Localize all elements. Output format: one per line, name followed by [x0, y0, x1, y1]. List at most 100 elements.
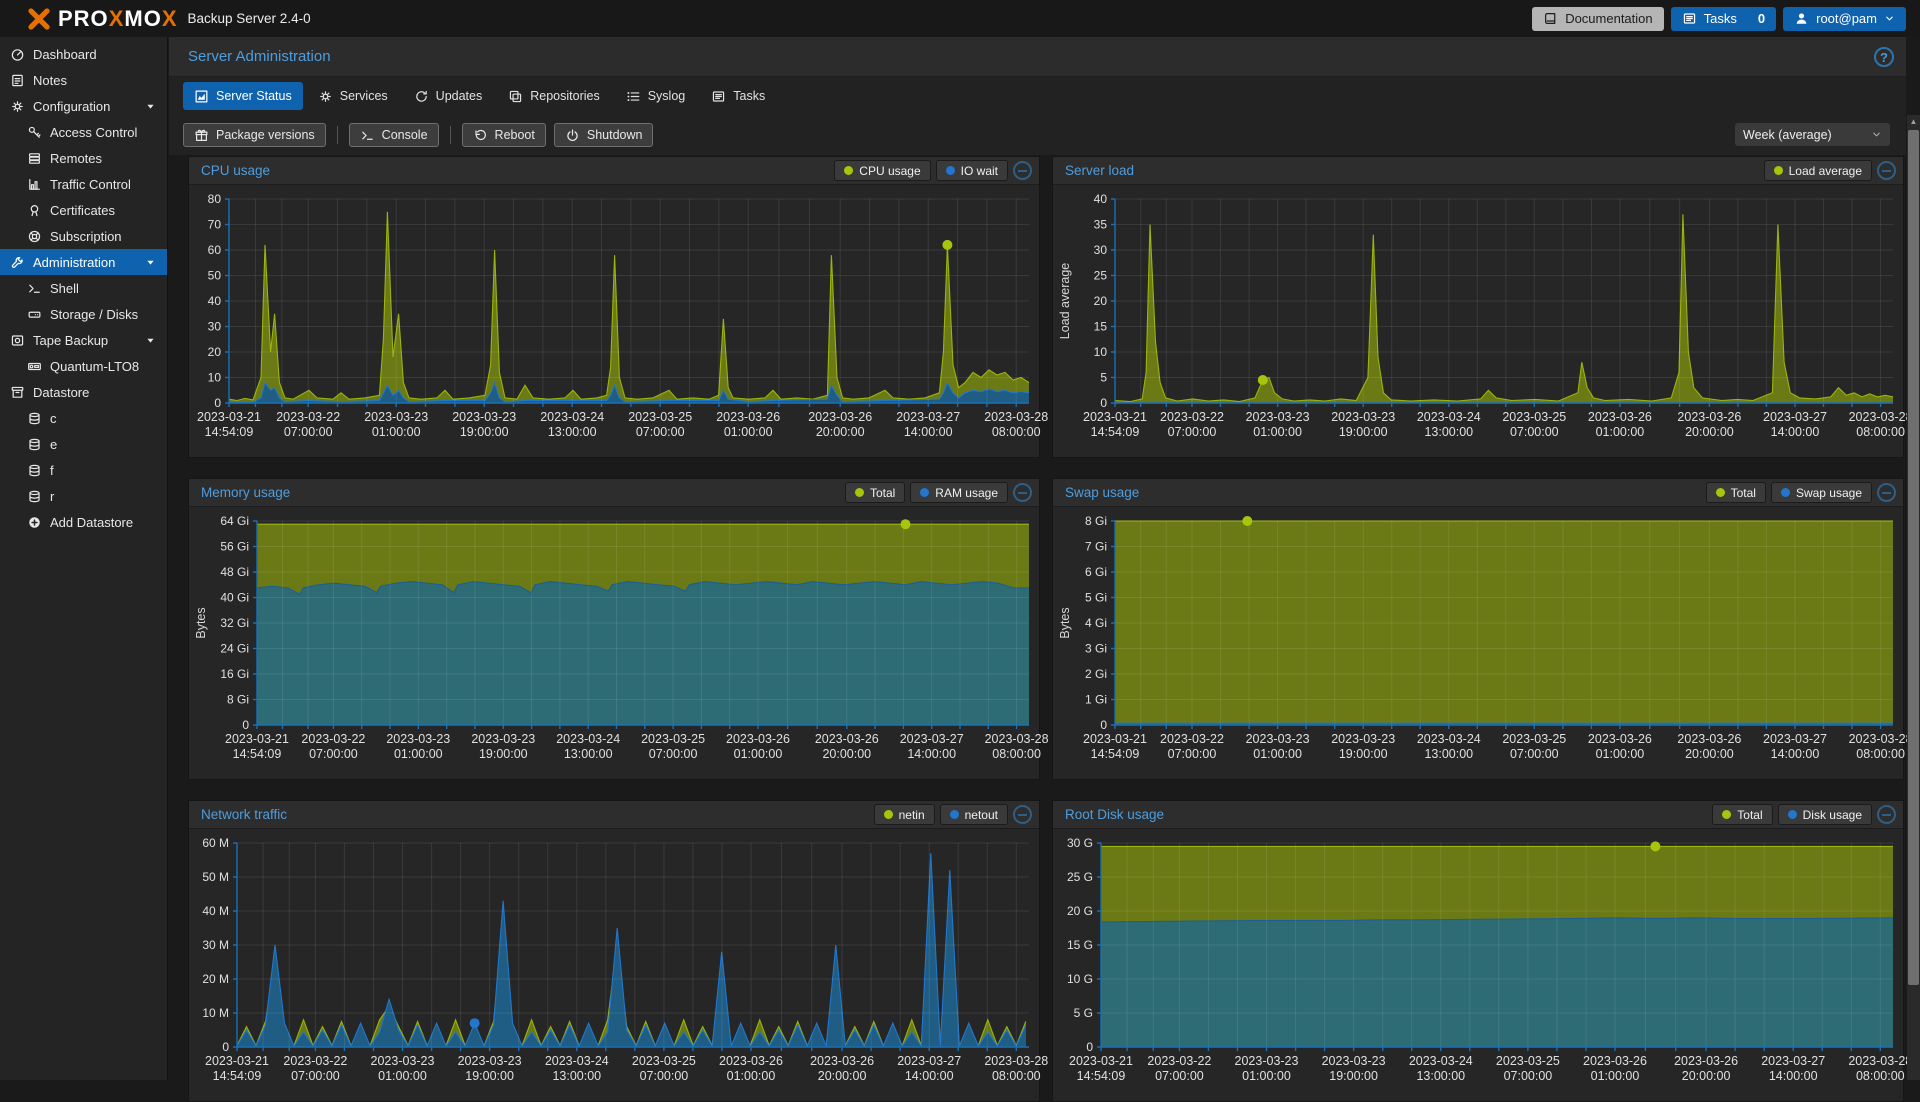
scrollbar-thumb[interactable]	[1908, 130, 1919, 985]
sidebar-item-quantum-lto8[interactable]: Quantum-LTO8	[0, 353, 167, 379]
sidebar-item-f[interactable]: f	[0, 457, 167, 483]
legend-cpu-usage[interactable]: CPU usage	[834, 160, 930, 181]
tab-syslog[interactable]: Syslog	[615, 82, 697, 110]
x-tick-time: 08:00:00	[1856, 425, 1905, 439]
x-tick-date: 2023-03-27	[1763, 732, 1827, 746]
chart-legend: TotalRAM usage	[845, 482, 1039, 503]
x-tick-date: 2023-03-27	[896, 410, 960, 424]
chart-body: 807060504030201002023-03-2114:54:092023-…	[189, 185, 1039, 457]
y-tick-label: 80	[208, 192, 222, 206]
load-chart: 4035302520151050Load average2023-03-2114…	[1053, 185, 1903, 457]
legend-disk-usage[interactable]: Disk usage	[1778, 804, 1872, 825]
sidebar-item-e[interactable]: e	[0, 431, 167, 457]
vertical-scrollbar[interactable]: ▲	[1907, 115, 1920, 1080]
collapse-chart-icon[interactable]	[1013, 483, 1032, 502]
time-range-select[interactable]: Week (average)	[1735, 123, 1890, 146]
sidebar-item-traffic-control[interactable]: Traffic Control	[0, 171, 167, 197]
package-versions-button[interactable]: Package versions	[183, 123, 326, 147]
x-tick-date: 2023-03-23	[1246, 410, 1310, 424]
collapse-chart-icon[interactable]	[1877, 805, 1896, 824]
console-button[interactable]: Console	[349, 123, 439, 147]
tab-bar: Server StatusServicesUpdatesRepositories…	[169, 77, 1906, 115]
x-tick-time: 14:00:00	[904, 425, 953, 439]
sidebar-item-r[interactable]: r	[0, 483, 167, 509]
scroll-up-arrow[interactable]: ▲	[1907, 115, 1920, 129]
collapse-chart-icon[interactable]	[1013, 805, 1032, 824]
legend-total[interactable]: Total	[845, 482, 905, 503]
x-tick-time: 19:00:00	[460, 425, 509, 439]
sidebar-item-configuration[interactable]: Configuration	[0, 93, 167, 119]
x-tick-time: 20:00:00	[822, 747, 871, 761]
tab-repositories[interactable]: Repositories	[497, 82, 610, 110]
caret-down-icon[interactable]	[145, 335, 156, 346]
legend-total[interactable]: Total	[1712, 804, 1772, 825]
time-range-value: Week (average)	[1743, 128, 1832, 142]
documentation-button[interactable]: Documentation	[1532, 7, 1663, 31]
tab-services[interactable]: Services	[307, 82, 399, 110]
sidebar-item-datastore[interactable]: Datastore	[0, 379, 167, 405]
sidebar-item-add-datastore[interactable]: Add Datastore	[0, 509, 167, 535]
data-point-marker[interactable]	[470, 1018, 480, 1028]
tasks-button[interactable]: Tasks 0	[1671, 7, 1776, 31]
x-tick-date: 2023-03-26	[1674, 1054, 1738, 1068]
tab-updates[interactable]: Updates	[403, 82, 494, 110]
undo-icon	[473, 128, 488, 143]
x-tick-date: 2023-03-27	[897, 1054, 961, 1068]
shutdown-button[interactable]: Shutdown	[554, 123, 654, 147]
sidebar-item-subscription[interactable]: Subscription	[0, 223, 167, 249]
y-tick-label: 8 Gi	[227, 693, 249, 707]
sidebar-item-tape-backup[interactable]: Tape Backup	[0, 327, 167, 353]
legend-swap-usage[interactable]: Swap usage	[1771, 482, 1872, 503]
book-icon	[1543, 11, 1558, 26]
data-point-marker[interactable]	[1650, 841, 1660, 851]
legend-netout[interactable]: netout	[940, 804, 1008, 825]
sidebar-item-administration[interactable]: Administration	[0, 249, 167, 275]
y-tick-label: 5	[1100, 371, 1107, 385]
x-tick-date: 2023-03-23	[471, 732, 535, 746]
help-icon[interactable]: ?	[1874, 47, 1894, 67]
x-tick-date: 2023-03-26	[719, 1054, 783, 1068]
gears-icon	[318, 89, 333, 104]
refresh-icon	[414, 89, 429, 104]
sidebar-item-notes[interactable]: Notes	[0, 67, 167, 93]
data-point-marker[interactable]	[942, 240, 952, 250]
caret-down-icon[interactable]	[145, 101, 156, 112]
servers-icon	[27, 151, 42, 166]
chart-body: 64 Gi56 Gi48 Gi40 Gi32 Gi24 Gi16 Gi8 Gi0…	[189, 507, 1039, 779]
tab-tasks[interactable]: Tasks	[700, 82, 776, 110]
sidebar-item-shell[interactable]: Shell	[0, 275, 167, 301]
chart-legend: CPU usage IO wait	[834, 160, 1039, 181]
collapse-chart-icon[interactable]	[1877, 483, 1896, 502]
reboot-button[interactable]: Reboot	[462, 123, 546, 147]
data-point-marker[interactable]	[1242, 516, 1252, 526]
sidebar-item-remotes[interactable]: Remotes	[0, 145, 167, 171]
data-point-marker[interactable]	[1258, 375, 1268, 385]
chart-legend: netinnetout	[874, 804, 1039, 825]
panel-memory: Memory usageTotalRAM usage64 Gi56 Gi48 G…	[188, 478, 1040, 780]
legend-io-wait[interactable]: IO wait	[936, 160, 1008, 181]
tab-server-status[interactable]: Server Status	[183, 82, 303, 110]
sidebar-item-access-control[interactable]: Access Control	[0, 119, 167, 145]
legend-ram-usage[interactable]: RAM usage	[910, 482, 1008, 503]
legend-netin[interactable]: netin	[874, 804, 935, 825]
x-tick-date: 2023-03-27	[1763, 410, 1827, 424]
user-menu-button[interactable]: root@pam	[1783, 7, 1906, 31]
wrench-icon	[10, 255, 25, 270]
sidebar-item-c[interactable]: c	[0, 405, 167, 431]
sidebar-item-storage-disks[interactable]: Storage / Disks	[0, 301, 167, 327]
x-tick-time: 20:00:00	[818, 1069, 867, 1083]
legend-total[interactable]: Total	[1706, 482, 1766, 503]
collapse-chart-icon[interactable]	[1013, 161, 1032, 180]
certificate-icon	[27, 203, 42, 218]
sidebar-item-label: r	[50, 489, 54, 504]
sidebar-item-certificates[interactable]: Certificates	[0, 197, 167, 223]
legend-load-average[interactable]: Load average	[1764, 160, 1872, 181]
x-tick-time: 07:00:00	[640, 1069, 689, 1083]
data-point-marker[interactable]	[901, 519, 911, 529]
legend-dot-icon	[884, 810, 893, 819]
sidebar-item-dashboard[interactable]: Dashboard	[0, 41, 167, 67]
collapse-chart-icon[interactable]	[1877, 161, 1896, 180]
x-tick-time: 07:00:00	[1155, 1069, 1204, 1083]
cpu-chart: 807060504030201002023-03-2114:54:092023-…	[189, 185, 1039, 457]
caret-down-icon[interactable]	[145, 257, 156, 268]
